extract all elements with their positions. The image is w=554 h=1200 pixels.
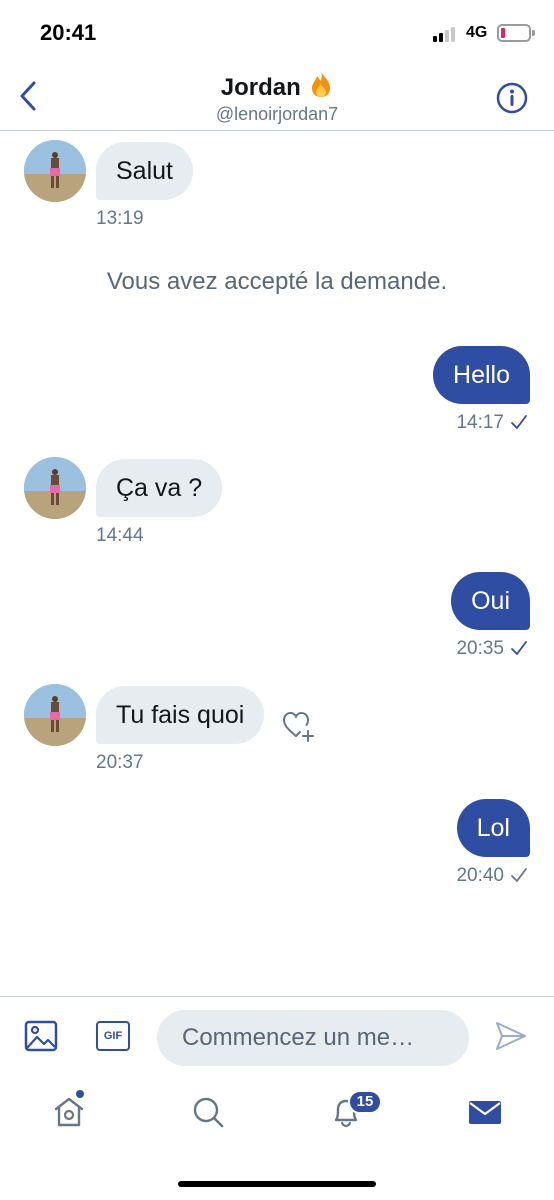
message-time: 14:44 xyxy=(96,525,144,546)
info-icon[interactable] xyxy=(496,82,528,114)
contact-name: Jordan xyxy=(220,74,301,101)
bottom-tab-bar xyxy=(0,1078,554,1148)
search-icon[interactable] xyxy=(190,1094,226,1130)
gif-label: GIF xyxy=(103,1030,123,1042)
message-bubble-incoming[interactable]: Salut xyxy=(96,142,193,200)
sent-check-icon xyxy=(511,415,527,429)
conversation-title[interactable]: Jordan @lenoirjordan7 xyxy=(0,70,554,125)
gif-button[interactable]: GIF xyxy=(96,1021,130,1051)
message-input[interactable] xyxy=(157,1010,469,1066)
message-time: 14:17 xyxy=(456,412,528,434)
message-bubble-incoming[interactable]: Tu fais quoi xyxy=(96,686,265,744)
message-composer: GIF xyxy=(0,996,554,1076)
image-icon[interactable] xyxy=(24,1019,58,1053)
signal-icon xyxy=(433,26,459,42)
message-time: 20:35 xyxy=(456,638,528,660)
sent-check-icon xyxy=(511,868,527,882)
contact-handle: @lenoirjordan7 xyxy=(215,104,339,124)
battery-icon xyxy=(497,24,535,42)
network-type: 4G xyxy=(466,24,488,41)
message-time-text: 14:17 xyxy=(456,412,504,433)
send-icon[interactable] xyxy=(494,1019,528,1053)
status-bar: 20:41 4G xyxy=(0,0,554,64)
sent-check-icon xyxy=(511,641,527,655)
contact-avatar[interactable] xyxy=(24,457,86,519)
notifications-badge: 15 xyxy=(348,1090,382,1114)
conversation-header: Jordan @lenoirjordan7 xyxy=(0,64,554,131)
home-icon[interactable] xyxy=(51,1094,87,1130)
message-bubble-outgoing[interactable]: Oui xyxy=(451,572,530,630)
request-accepted-notice: Vous avez accepté la demande. xyxy=(106,268,448,295)
contact-avatar[interactable] xyxy=(24,140,86,202)
home-indicator xyxy=(178,1181,376,1187)
message-bubble-outgoing[interactable]: Hello xyxy=(433,346,530,404)
contact-avatar[interactable] xyxy=(24,684,86,746)
home-unread-dot xyxy=(76,1090,84,1098)
message-time: 13:19 xyxy=(96,208,144,229)
message-bubble-incoming[interactable]: Ça va ? xyxy=(96,459,223,517)
message-time: 20:37 xyxy=(96,752,144,773)
message-time-text: 20:35 xyxy=(456,638,504,659)
message-bubble-outgoing[interactable]: Lol xyxy=(456,799,530,857)
mail-icon[interactable] xyxy=(467,1094,503,1130)
message-time-text: 20:40 xyxy=(456,865,504,886)
status-time: 20:41 xyxy=(40,20,97,45)
heart-plus-icon[interactable] xyxy=(280,708,316,744)
message-time: 20:40 xyxy=(456,865,528,887)
fire-icon xyxy=(312,71,331,97)
